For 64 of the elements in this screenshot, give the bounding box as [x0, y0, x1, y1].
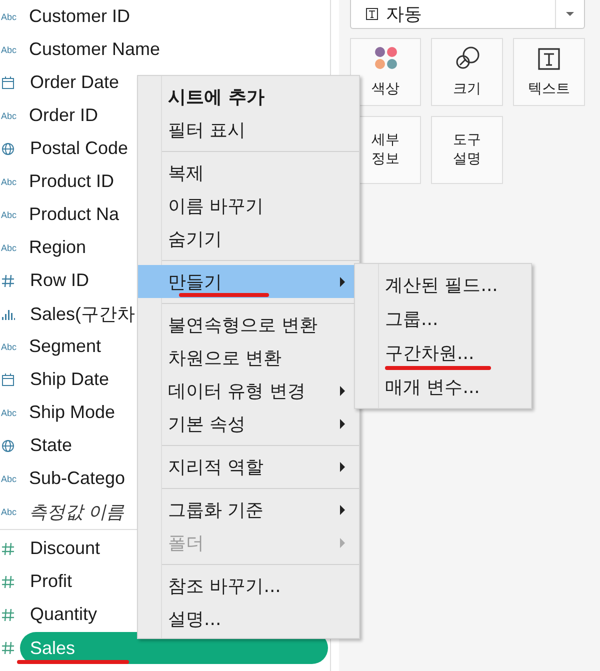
hash-icon [1, 574, 15, 588]
field-name[interactable]: Ship Date [30, 369, 110, 390]
type-label: Abc [1, 408, 18, 418]
field-name[interactable]: Sub-Catego [29, 468, 126, 489]
mark-card[interactable]: 크기 [431, 38, 503, 106]
field-name[interactable]: Product ID [29, 171, 114, 192]
field-name[interactable]: Customer Name [29, 39, 160, 60]
type-label: Abc [1, 506, 18, 516]
circles-icon [454, 46, 480, 70]
calendar-icon [1, 372, 15, 386]
field-name[interactable]: Discount [30, 538, 100, 559]
field-name[interactable]: Postal Code [30, 138, 128, 159]
globe-icon [1, 438, 15, 452]
submenu-arrow-icon [340, 418, 345, 428]
submenu-arrow-icon [340, 462, 345, 472]
field-name[interactable]: Profit [30, 571, 72, 592]
hash-icon [1, 274, 15, 288]
text-icon [538, 48, 560, 70]
menu-item[interactable]: 숨기기 [138, 222, 359, 255]
mark-card[interactable]: 텍스트 [513, 38, 585, 106]
type-label: Abc [1, 12, 18, 22]
calendar-icon [1, 76, 15, 90]
field-name[interactable]: Region [29, 237, 86, 258]
menu-item[interactable]: 매개 변수... [355, 370, 531, 404]
type-label: Abc [1, 210, 18, 220]
field-name[interactable]: Order ID [29, 105, 98, 126]
type-label: Abc [1, 342, 18, 352]
menu-item[interactable]: 구간차원... [355, 336, 531, 370]
color-dots-icon [374, 46, 398, 70]
menu-item[interactable]: 그룹... [355, 302, 531, 336]
field-name[interactable]: Row ID [30, 270, 90, 291]
menu-item[interactable]: 이름 바꾸기 [138, 189, 359, 222]
globe-icon [1, 142, 15, 156]
mark-card[interactable]: 색상 [350, 38, 421, 106]
menu-item[interactable]: 기본 속성 [138, 407, 359, 440]
field-name[interactable]: Order Date [30, 72, 120, 93]
field-name[interactable]: Segment [29, 336, 102, 357]
field-name[interactable]: Sales(구간차 [30, 302, 136, 326]
menu-item: 폴더 [138, 526, 359, 559]
submenu-arrow-icon [340, 386, 345, 396]
field-name[interactable]: Product Na [29, 204, 120, 225]
submenu-arrow-icon [340, 276, 345, 286]
hash-icon [1, 640, 15, 654]
menu-item[interactable]: 참조 바꾸기... [138, 569, 359, 602]
mark-card[interactable]: 도구 설명 [431, 116, 503, 184]
field-name[interactable]: Ship Mode [29, 402, 116, 423]
caret-icon [566, 12, 574, 16]
type-label: Abc [1, 242, 18, 252]
mark-type-dropdown[interactable]: 자동 [350, 0, 585, 29]
submenu-arrow-icon [340, 538, 345, 548]
field-name[interactable]: Customer ID [29, 6, 130, 27]
submenu-arrow-icon [340, 504, 345, 514]
type-label: Abc [1, 176, 18, 186]
type-label: Abc [1, 110, 18, 120]
field-name[interactable]: 측정값 이름 [29, 500, 124, 524]
type-label: Abc [1, 474, 18, 484]
field-name[interactable]: State [30, 435, 72, 456]
menu-item[interactable]: 지리적 역할 [138, 450, 359, 483]
text-mark-icon [366, 8, 378, 20]
hash-icon [1, 608, 15, 622]
field-name[interactable]: Quantity [30, 604, 98, 625]
menu-item[interactable]: 그룹화 기준 [138, 493, 359, 526]
hash-icon [1, 542, 15, 556]
type-label: Abc [1, 44, 18, 54]
